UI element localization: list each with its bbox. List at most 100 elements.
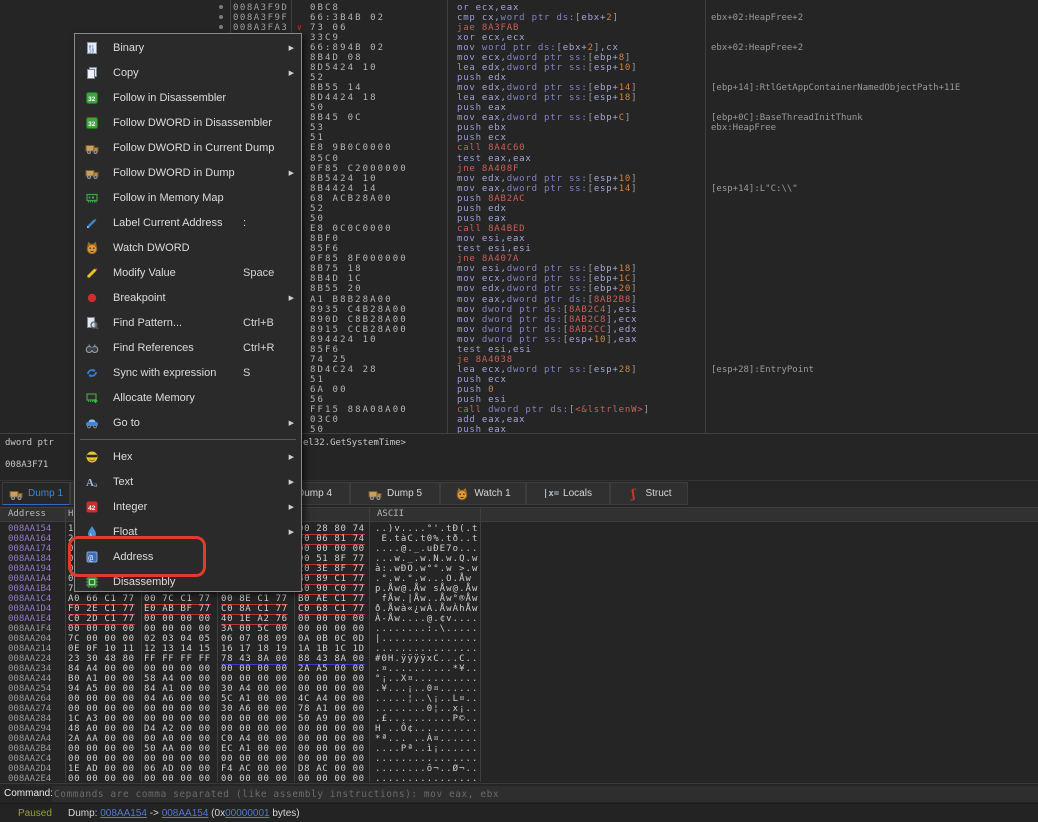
menu-item-integer[interactable]: 42Integer▶ — [75, 494, 301, 519]
dump-hex-group[interactable]: 00 00 00 00 — [298, 724, 365, 734]
dump-hex-group[interactable]: 00 00 00 00 — [68, 774, 135, 782]
menu-item-binary[interactable]: 0110Binary▶ — [75, 35, 301, 60]
dump-hex-group[interactable]: 23 30 48 80 — [68, 654, 135, 664]
disasm-row[interactable]: 008A3F9F66:3B4B 02cmp cx,word ptr ds:[eb… — [0, 13, 1038, 23]
menu-item-watch-dword[interactable]: Watch DWORD — [75, 235, 301, 260]
menu-item-breakpoint[interactable]: Breakpoint▶ — [75, 285, 301, 310]
dump-hex-group[interactable]: 16 17 18 19 — [221, 644, 288, 654]
dump-row[interactable]: 008AA2D41E AD 00 0006 AD 00 00F4 AC 00 0… — [0, 764, 1038, 774]
dump-hex-group[interactable]: 00 00 00 00 — [68, 744, 135, 754]
menu-item-find-pattern[interactable]: Find Pattern...Ctrl+B — [75, 310, 301, 335]
tab-locals[interactable]: |x=Locals — [526, 482, 610, 505]
menu-item-text[interactable]: AaText▶ — [75, 469, 301, 494]
dump-row[interactable]: 008AA27400 00 00 0000 00 00 0030 A6 00 0… — [0, 704, 1038, 714]
dump-hex-group[interactable]: 50 A9 00 00 — [298, 714, 365, 724]
dump-hex-group[interactable]: D4 A2 00 00 — [144, 724, 211, 734]
command-input[interactable] — [52, 786, 1038, 802]
dump-hex-group[interactable]: 4C A4 00 00 — [298, 694, 365, 704]
tab-watch-1[interactable]: Watch 1 — [440, 482, 526, 505]
dump-hex-group[interactable]: 1A 1B 1C 1D — [298, 644, 365, 654]
dump-hex-group[interactable]: D8 AC 00 00 — [298, 764, 365, 774]
dump-hex-group[interactable]: 30 A4 00 00 — [221, 684, 288, 694]
dump-hex-group[interactable]: 00 00 00 00 — [221, 774, 288, 782]
dump-row[interactable]: 008AA1E4C0 2D C1 7700 00 00 0040 1E A2 7… — [0, 614, 1038, 624]
dump-hex-group[interactable]: 84 A1 00 00 — [144, 684, 211, 694]
dump-hex-group[interactable]: 00 00 00 00 — [144, 774, 211, 782]
dump-hex-group[interactable]: 00 00 00 00 — [221, 674, 288, 684]
dump-hex-group[interactable]: 1E AD 00 00 — [68, 764, 135, 774]
dump-hex-group[interactable]: 00 00 00 00 — [298, 774, 365, 782]
dump-row[interactable]: 008AA1F400 00 00 0000 00 00 003A 00 5C 0… — [0, 624, 1038, 634]
dump-hex-group[interactable]: 00 00 00 00 — [298, 614, 365, 624]
dump-hex-group[interactable]: 94 A5 00 00 — [68, 684, 135, 694]
disasm-row[interactable]: 008A3FA3∨73 06jae 8A3FAB — [0, 23, 1038, 33]
dump-hex-group[interactable]: 58 A4 00 00 — [144, 674, 211, 684]
dump-row[interactable]: 008AA2A42A AA 00 0000 A0 00 00C0 A4 00 0… — [0, 734, 1038, 744]
menu-item-follow-dword-in-current-dump[interactable]: Follow DWORD in Current Dump — [75, 135, 301, 160]
dump-hex-group[interactable]: 00 00 00 00 — [221, 724, 288, 734]
tab-dump-1[interactable]: Dump 1 — [2, 482, 70, 506]
dump-hex-group[interactable]: 2A AA 00 00 — [68, 734, 135, 744]
tab-struct[interactable]: ʃStruct — [610, 482, 688, 505]
dump-hex-group[interactable]: 00 00 00 00 — [221, 714, 288, 724]
dump-hex-group[interactable]: 00 00 00 00 — [144, 704, 211, 714]
dump-hex-group[interactable]: 2A A5 00 00 — [298, 664, 365, 674]
menu-item-follow-in-disassembler[interactable]: 32Follow in Disassembler — [75, 85, 301, 110]
menu-item-go-to[interactable]: Go to▶ — [75, 410, 301, 435]
menu-item-follow-dword-in-dump[interactable]: Follow DWORD in Dump▶ — [75, 160, 301, 185]
dump-hex-group[interactable]: 00 00 00 00 — [298, 684, 365, 694]
dump-hex-group[interactable]: 00 00 00 00 — [144, 664, 211, 674]
dump-row[interactable]: 008AA2B400 00 00 0050 AA 00 00EC A1 00 0… — [0, 744, 1038, 754]
dump-hex-group[interactable]: 00 00 00 00 — [68, 624, 135, 634]
dump-row[interactable]: 008AA26400 00 00 0004 A6 00 005C A1 00 0… — [0, 694, 1038, 704]
dump-row[interactable]: 008AA2140E 0F 10 1112 13 14 1516 17 18 1… — [0, 644, 1038, 654]
dump-hex-group[interactable]: 30 A6 00 00 — [221, 704, 288, 714]
dump-hex-group[interactable]: 00 00 00 00 — [298, 674, 365, 684]
menu-item-hex[interactable]: Hex▶ — [75, 444, 301, 469]
breakpoint-dot-icon[interactable] — [219, 5, 223, 9]
menu-item-follow-dword-in-disassembler[interactable]: 32Follow DWORD in Disassembler — [75, 110, 301, 135]
dump-hex-group[interactable]: 0E 0F 10 11 — [68, 644, 135, 654]
dump-hex-group[interactable]: 00 00 00 00 — [298, 734, 365, 744]
status-dump-to-link[interactable]: 008AA154 — [162, 808, 209, 819]
dump-hex-group[interactable]: 12 13 14 15 — [144, 644, 211, 654]
breakpoint-dot-icon[interactable] — [219, 25, 223, 29]
dump-row[interactable]: 008AA2047C 00 00 0002 03 04 0506 07 08 0… — [0, 634, 1038, 644]
menu-item-sync-with-expression[interactable]: Sync with expressionS — [75, 360, 301, 385]
dump-hex-group[interactable]: 00 00 00 00 — [298, 754, 365, 764]
dump-hex-group[interactable]: 5C A1 00 00 — [221, 694, 288, 704]
disasm-row[interactable]: 008A3F9D0BC8or ecx,eax — [0, 3, 1038, 13]
dump-hex-group[interactable]: 04 A6 00 00 — [144, 694, 211, 704]
status-dump-size-link[interactable]: 00000001 — [225, 808, 270, 819]
dump-row[interactable]: 008AA2C400 00 00 0000 00 00 0000 00 00 0… — [0, 754, 1038, 764]
dump-hex-group[interactable]: 48 A0 00 00 — [68, 724, 135, 734]
dump-hex-group[interactable]: 00 00 00 00 — [298, 744, 365, 754]
dump-row[interactable]: 008AA244B0 A1 00 0058 A4 00 0000 00 00 0… — [0, 674, 1038, 684]
menu-item-follow-in-memory-map[interactable]: Follow in Memory Map — [75, 185, 301, 210]
dump-hex-group[interactable]: 00 00 00 00 — [68, 704, 135, 714]
menu-item-modify-value[interactable]: Modify ValueSpace — [75, 260, 301, 285]
menu-item-copy[interactable]: Copy▶ — [75, 60, 301, 85]
dump-row[interactable]: 008AA1D4F0 2E C1 77E0 AB BF 77C0 8A C1 7… — [0, 604, 1038, 614]
status-dump-from-link[interactable]: 008AA154 — [100, 808, 147, 819]
dump-hex-group[interactable]: 84 A4 00 00 — [68, 664, 135, 674]
menu-item-allocate-memory[interactable]: Allocate Memory — [75, 385, 301, 410]
dump-hex-group[interactable]: 00 00 00 00 — [144, 614, 211, 624]
dump-hex-group[interactable]: 00 A0 00 00 — [144, 734, 211, 744]
dump-hex-group[interactable]: 3A 00 5C 00 — [221, 624, 288, 634]
dump-row[interactable]: 008AA23484 A4 00 0000 00 00 0000 00 00 0… — [0, 664, 1038, 674]
dump-hex-group[interactable]: 06 AD 00 00 — [144, 764, 211, 774]
dump-hex-group[interactable]: F4 AC 00 00 — [221, 764, 288, 774]
dump-hex-group[interactable]: FF FF FF FF — [144, 654, 211, 664]
dump-hex-group[interactable]: 00 00 00 00 — [144, 754, 211, 764]
dump-hex-group[interactable]: 00 00 00 00 — [298, 544, 365, 554]
dump-hex-group[interactable]: 00 00 00 00 — [144, 714, 211, 724]
dump-row[interactable]: 008AA25494 A5 00 0084 A1 00 0030 A4 00 0… — [0, 684, 1038, 694]
breakpoint-dot-icon[interactable] — [219, 15, 223, 19]
dump-hex-group[interactable]: 50 AA 00 00 — [144, 744, 211, 754]
menu-item-label-current-address[interactable]: Label Current Address: — [75, 210, 301, 235]
dump-hex-group[interactable]: 06 07 08 09 — [221, 634, 288, 644]
dump-row[interactable]: 008AA2841C A3 00 0000 00 00 0000 00 00 0… — [0, 714, 1038, 724]
dump-row[interactable]: 008AA22423 30 48 80FF FF FF FF78 43 8A 0… — [0, 654, 1038, 664]
dump-hex-group[interactable]: 02 03 04 05 — [144, 634, 211, 644]
